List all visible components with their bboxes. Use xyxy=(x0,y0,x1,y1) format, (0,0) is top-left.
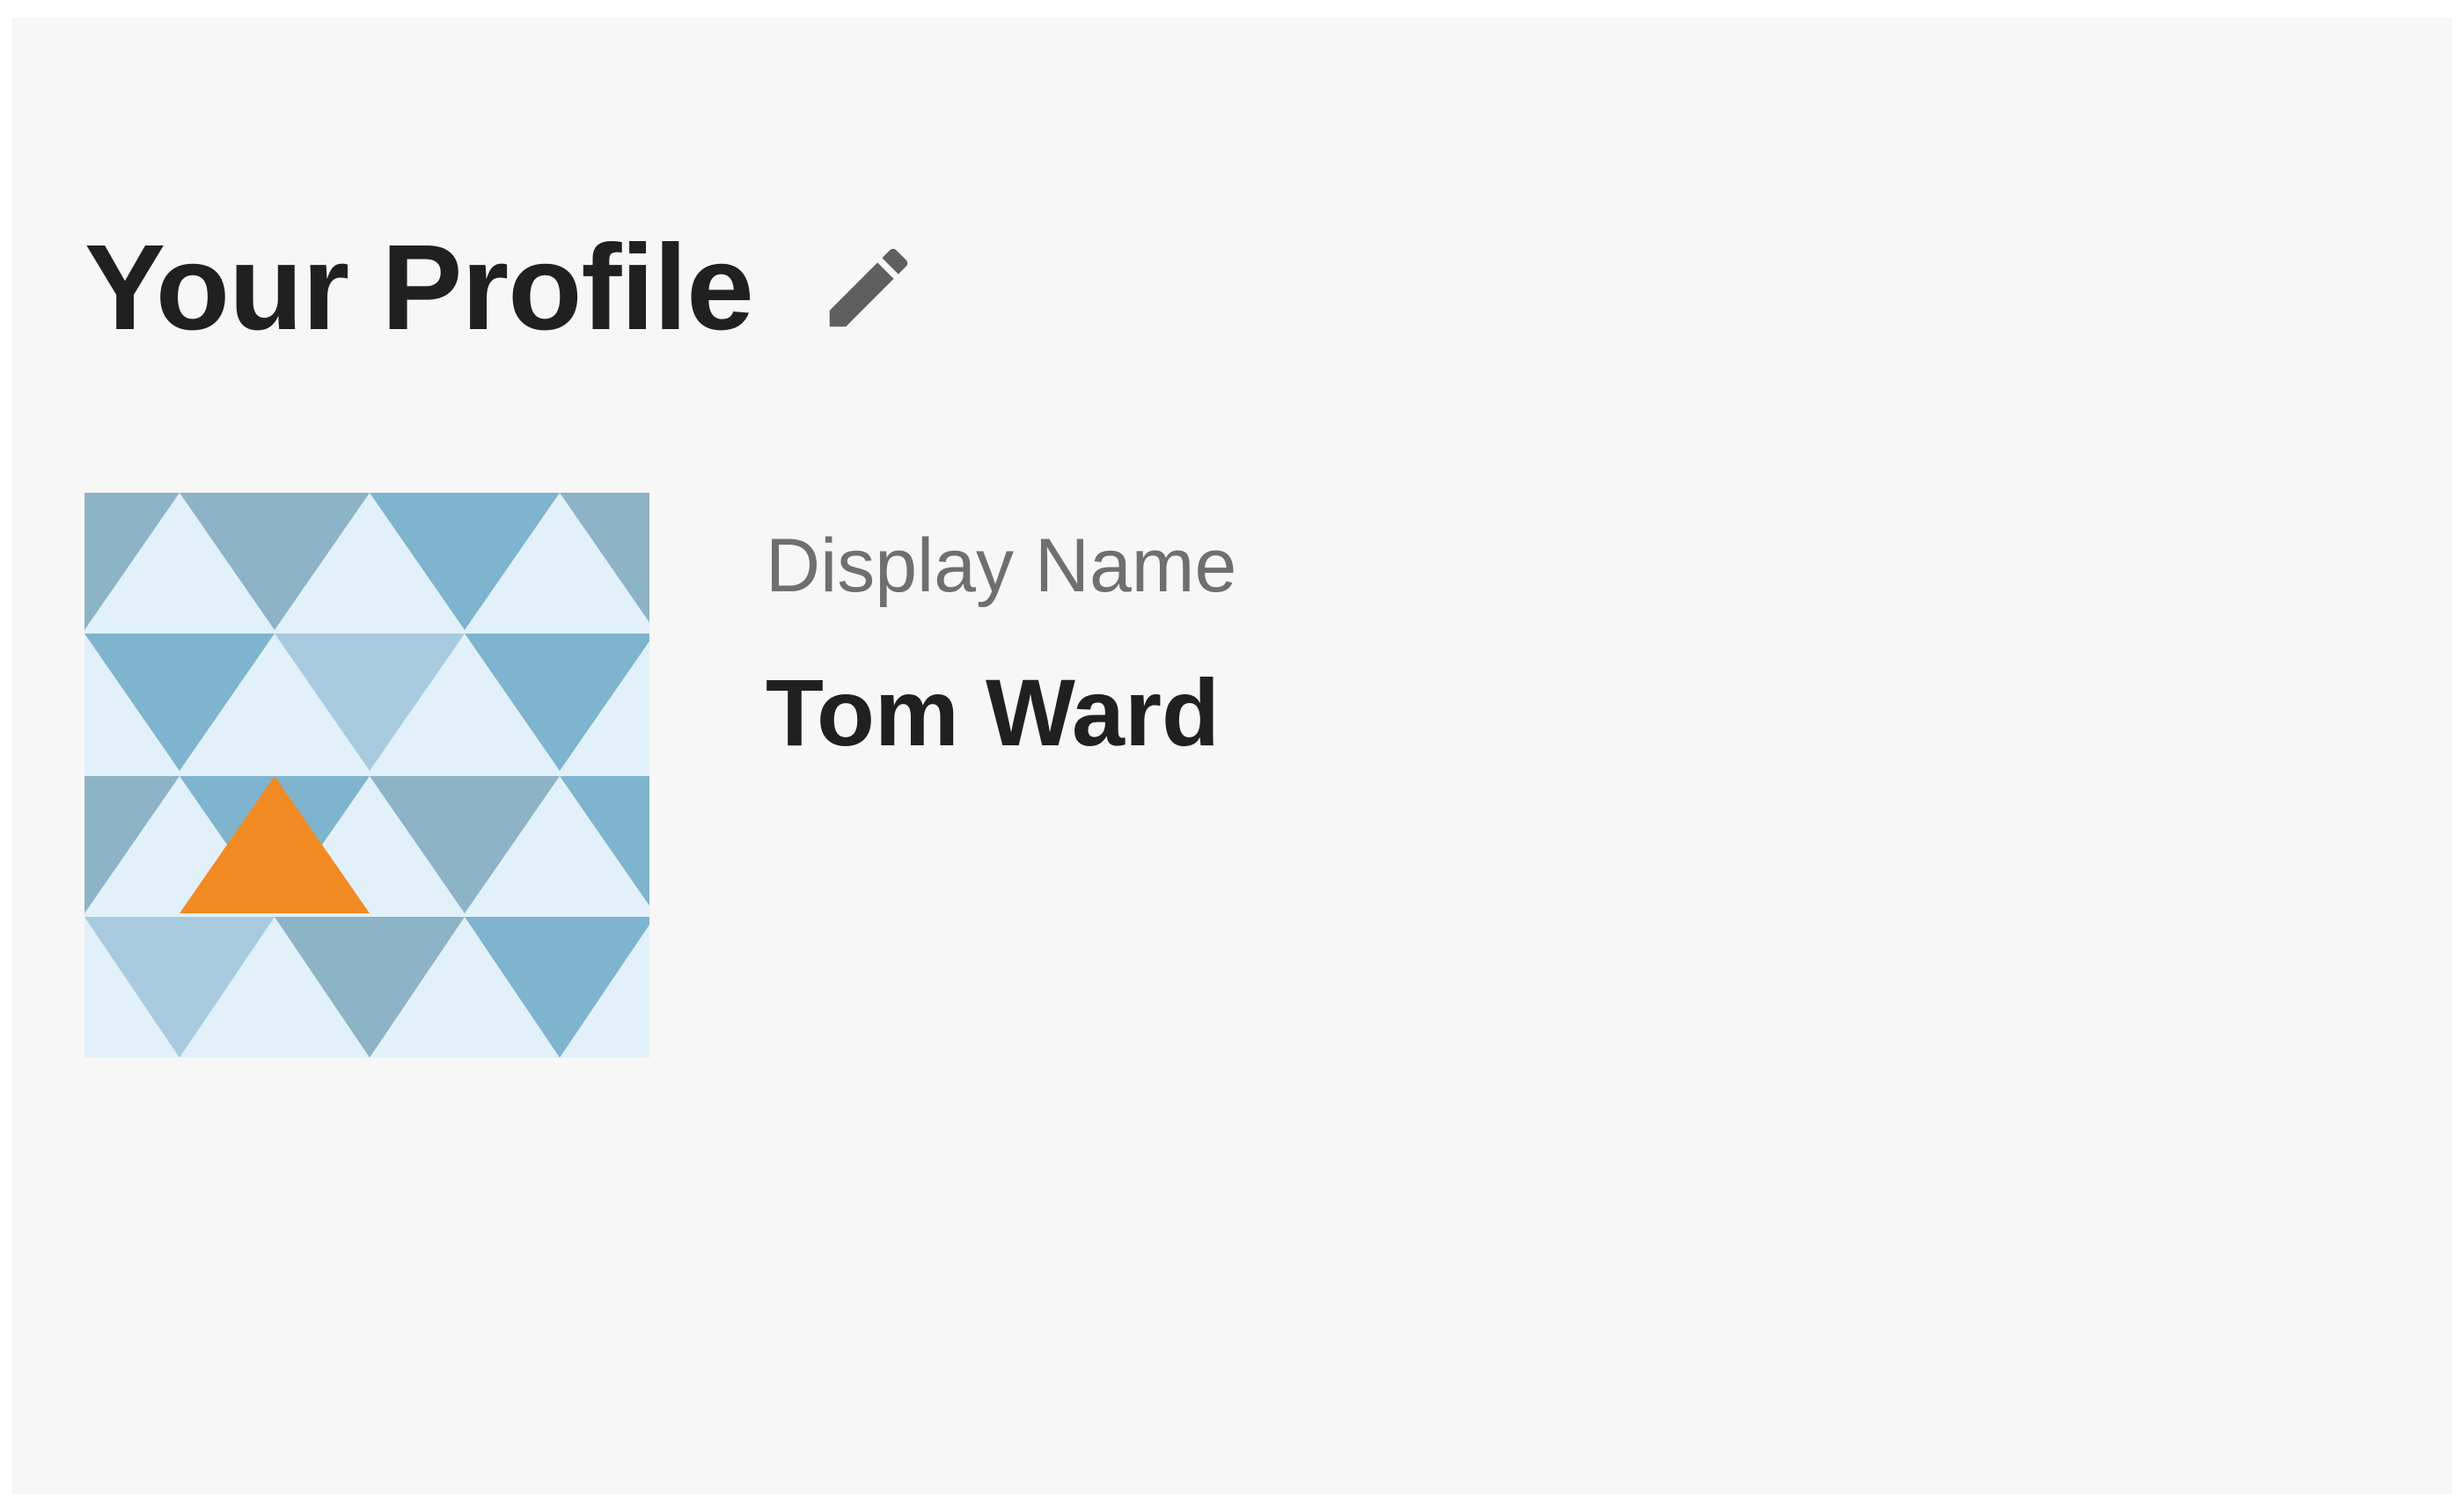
display-name-label: Display Name xyxy=(766,524,1237,608)
edit-profile-button[interactable] xyxy=(811,231,926,345)
profile-header: Your Profile xyxy=(84,213,926,363)
profile-row: Display Name Tom Ward xyxy=(84,493,1236,1058)
page-title: Your Profile xyxy=(84,220,754,355)
geometric-triangle-avatar xyxy=(84,493,649,1058)
profile-info: Display Name Tom Ward xyxy=(766,493,1236,760)
display-name-value: Tom Ward xyxy=(766,659,1220,766)
pencil-icon xyxy=(829,248,908,327)
profile-card: Your Profile Display Name Tom Ward xyxy=(12,18,2452,1494)
avatar[interactable] xyxy=(84,493,649,1058)
